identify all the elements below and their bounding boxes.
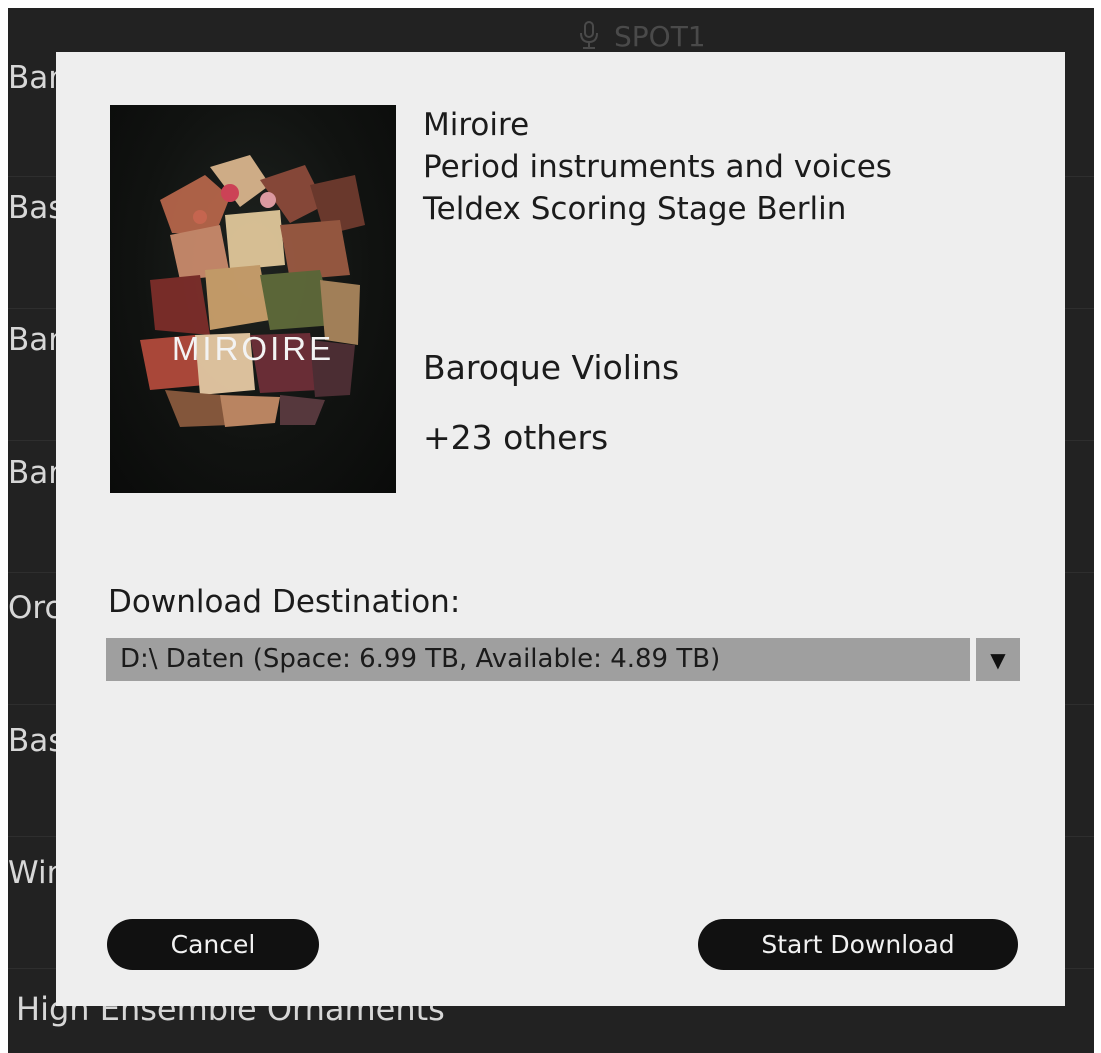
- cover-title: MIROIRE: [171, 330, 335, 367]
- destination-select[interactable]: D:\ Daten (Space: 6.99 TB, Available: 4.…: [106, 638, 1020, 681]
- instrument-name: Baroque Violins: [423, 348, 680, 387]
- library-venue: Teldex Scoring Stage Berlin: [423, 191, 847, 227]
- destination-value[interactable]: D:\ Daten (Space: 6.99 TB, Available: 4.…: [106, 638, 970, 681]
- library-info: Miroire Period instruments and voices Te…: [423, 104, 892, 230]
- cancel-button[interactable]: Cancel: [107, 919, 319, 970]
- others-count: +23 others: [423, 418, 609, 457]
- library-cover-image: MIROIRE: [110, 105, 396, 493]
- download-dialog: MIROIRE Miroire Period instruments and v…: [56, 52, 1065, 1006]
- start-download-button[interactable]: Start Download: [698, 919, 1018, 970]
- screen: SPOT1 Barc Bass Barc Barc Orcl Bass Win …: [0, 0, 1101, 1053]
- destination-label: Download Destination:: [108, 584, 461, 620]
- library-name: Miroire: [423, 107, 530, 143]
- library-subtitle: Period instruments and voices: [423, 149, 892, 185]
- dropdown-arrow-icon[interactable]: ▼: [976, 638, 1020, 681]
- cover-artwork: [140, 155, 365, 427]
